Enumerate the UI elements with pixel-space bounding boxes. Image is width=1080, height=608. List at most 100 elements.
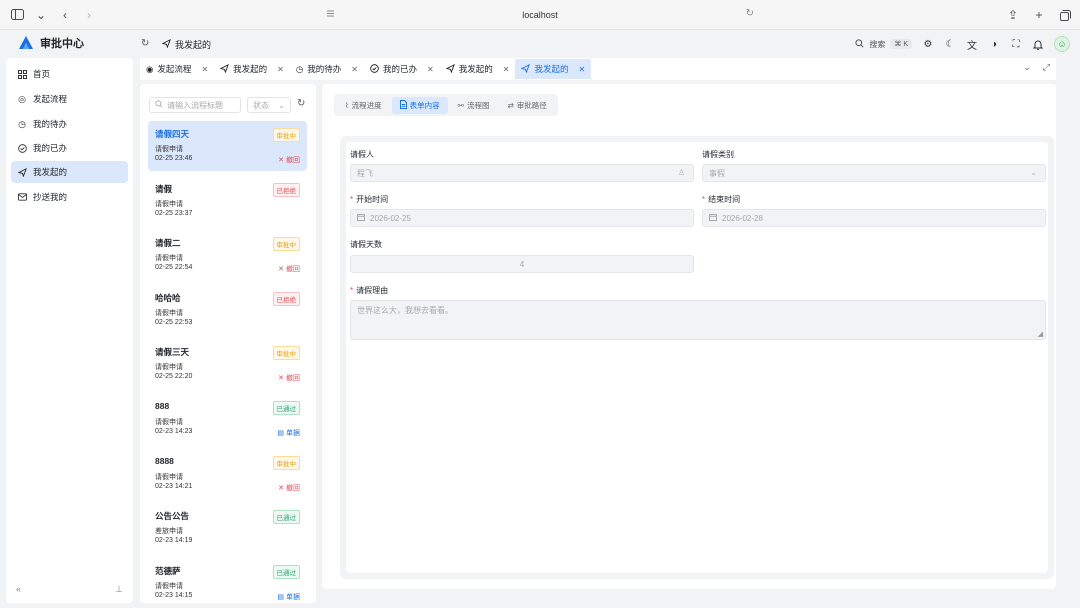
list-item-type: 请假申请 — [155, 309, 183, 317]
tab-start-flow[interactable]: ◉ 发起流程 ✕ — [140, 59, 214, 79]
list-item-time: 02-25 22:54 — [155, 264, 193, 272]
withdraw-button[interactable]: ✕ 撤回 — [278, 264, 300, 274]
list-item[interactable]: 请假三天 审批中 请假申请 02-25 22:20 ✕ 撤回 — [148, 339, 307, 389]
translate-icon[interactable]: 文 — [966, 38, 978, 52]
list-item-title: 请假 — [155, 183, 173, 194]
reason-label: * 请假理由 — [350, 286, 389, 295]
clock-icon: ◷ — [295, 63, 304, 74]
site-settings-icon[interactable] — [326, 9, 336, 19]
send-icon — [445, 63, 455, 75]
tab-form-content[interactable]: 表单内容 — [391, 96, 448, 114]
list-item[interactable]: 888 已通过 请假申请 02-23 14:23 ▤ 单据 — [148, 394, 307, 444]
resize-handle-icon[interactable]: ◢ — [1038, 330, 1043, 338]
end-date-picker[interactable]: 2026-02-28 — [702, 209, 1046, 227]
send-icon — [161, 38, 171, 50]
tab-approval-path[interactable]: ⇄ 审批路径 — [499, 97, 554, 114]
withdraw-button[interactable]: ✕ 撤回 — [278, 373, 300, 383]
sidebar-item-cc-me[interactable]: 抄送我的 — [11, 186, 128, 208]
maximize-icon[interactable]: ⤢ — [1043, 62, 1050, 73]
pin-icon[interactable]: ⊥ — [115, 584, 123, 595]
list-item[interactable]: 8888 审批中 请假申请 02-23 14:21 ✕ 撤回 — [148, 449, 307, 499]
reload-icon[interactable]: ↻ — [746, 8, 754, 19]
reason-textarea[interactable]: 世界这么大，我想去看看。 ◢ — [350, 300, 1046, 340]
fullscreen-icon[interactable]: ⛶ — [1010, 38, 1022, 50]
withdraw-button[interactable]: ✕ 撤回 — [278, 155, 300, 165]
sidebar-toggle-icon[interactable] — [10, 8, 24, 22]
sidebar-item-home[interactable]: 首页 — [11, 63, 128, 85]
list-item[interactable]: 范德萨 已通过 请假申请 02-23 14:15 ▤ 单据 — [148, 558, 307, 603]
list-item[interactable]: 请假四天 审批中 请假申请 02-25 23:46 ✕ 撤回 — [148, 121, 307, 171]
settings-icon[interactable]: ⚙ — [922, 38, 934, 50]
close-icon[interactable]: ✕ — [503, 65, 510, 74]
list-item-time: 02-23 14:23 — [155, 428, 193, 435]
action-label: 撤回 — [286, 375, 300, 383]
close-icon[interactable]: ✕ — [427, 65, 434, 74]
list-item[interactable]: 哈哈哈 已拒绝 请假申请 02-25 22:53 — [148, 285, 307, 335]
applicant-field[interactable]: 程飞 ♙ — [350, 164, 694, 182]
flow-list-panel: 请输入流程标题 状态 ⌄ ↻ 请假四天 审批中 请假申请 02-25 23:46 ✕ 撤回… — [140, 84, 316, 603]
status-badge: 审批中 — [272, 128, 300, 142]
refresh-icon[interactable]: ↻ — [141, 38, 149, 49]
avatar[interactable]: ☺ — [1054, 36, 1070, 52]
theme-icon[interactable]: ◑ — [988, 38, 1000, 50]
close-icon[interactable]: ✕ — [351, 65, 358, 74]
tab-my-done[interactable]: 我的已办 ✕ — [364, 59, 440, 79]
collapse-sidebar-icon[interactable]: « — [16, 584, 21, 595]
list-item-type: 请假申请 — [155, 364, 183, 372]
notification-icon[interactable] — [1032, 38, 1044, 50]
sidebar-item-my-done[interactable]: 我的已办 — [11, 137, 128, 159]
global-search-button[interactable]: 搜索 ⌘ K — [855, 38, 912, 50]
chevron-down-icon: ⌄ — [1030, 168, 1037, 177]
sidebar-item-my-todo[interactable]: ◷ 我的待办 — [11, 113, 128, 135]
dashboard-icon — [17, 69, 27, 79]
app-logo[interactable]: 审批中心 — [18, 35, 84, 51]
sidebar-item-start-flow[interactable]: ◎ 发起流程 — [11, 88, 128, 110]
back-icon[interactable]: ‹ — [58, 8, 72, 22]
close-icon[interactable]: ✕ — [277, 65, 284, 74]
flow-icon: ⚯ — [457, 100, 464, 110]
tab-my-initiated-2[interactable]: 我发起的 ✕ — [440, 59, 516, 79]
list-item-type: 请假申请 — [155, 200, 183, 208]
tab-label: 流程图 — [466, 100, 490, 110]
chevron-down-icon[interactable]: ⌄ — [34, 8, 48, 22]
category-select[interactable]: 事假 ⌄ — [702, 164, 1046, 182]
tab-flow-chart[interactable]: ⚯ 流程图 — [450, 97, 498, 114]
status-placeholder: 状态 — [253, 100, 269, 110]
sidebar-item-my-initiated[interactable]: 我发起的 — [11, 161, 128, 183]
new-tab-icon[interactable]: + — [1032, 8, 1046, 22]
share-icon[interactable]: ⇪ — [1006, 8, 1020, 22]
tab-my-initiated[interactable]: 我发起的 ✕ — [214, 59, 290, 79]
status-select[interactable]: 状态 ⌄ — [247, 97, 291, 113]
tab-tools: ⌄ ⤢ — [1023, 62, 1050, 73]
address-bar[interactable]: localhost ↻ — [320, 5, 760, 25]
list-item[interactable]: 请假二 审批中 请假申请 02-25 22:54 ✕ 撤回 — [148, 230, 307, 280]
clock-icon: ◷ — [18, 118, 26, 129]
list-item-time: 02-23 14:21 — [155, 482, 193, 490]
list-item[interactable]: 公告公告 已通过 差旅申请 02-23 14:19 — [148, 503, 307, 553]
tab-label: 我的已办 — [383, 64, 418, 74]
chevron-down-icon[interactable]: ⌄ — [1023, 62, 1031, 73]
close-icon: ✕ — [278, 266, 284, 274]
tab-overview-icon[interactable] — [1058, 8, 1072, 22]
tab-my-initiated-active[interactable]: 我发起的 ✕ — [515, 59, 592, 79]
start-date-picker[interactable]: 2026-02-25 — [350, 209, 694, 227]
flow-search-input[interactable]: 请输入流程标题 — [149, 97, 241, 113]
document-button[interactable]: ▤ 单据 — [277, 428, 300, 438]
close-icon[interactable]: ✕ — [578, 65, 585, 74]
withdraw-button[interactable]: ✕ 撤回 — [278, 483, 300, 493]
list-item[interactable]: 请假 已拒绝 请假申请 02-25 23:37 — [148, 176, 307, 226]
document-button[interactable]: ▤ 单据 — [277, 592, 300, 602]
search-placeholder: 请输入流程标题 — [167, 100, 223, 110]
status-badge: 已通过 — [272, 510, 300, 525]
tab-label: 流程进度 — [351, 100, 382, 110]
refresh-icon[interactable]: ↻ — [297, 98, 305, 109]
days-field[interactable]: 4 — [350, 255, 694, 273]
tab-flow-progress[interactable]: ⌇ 流程进度 — [337, 97, 390, 114]
close-icon[interactable]: ✕ — [201, 65, 208, 74]
tab-label: 审批路径 — [516, 100, 547, 110]
status-badge: 已拒绝 — [272, 182, 300, 197]
tab-my-todo[interactable]: ◷ 我的待办 ✕ — [290, 59, 364, 79]
forward-icon[interactable]: › — [82, 8, 96, 22]
dark-mode-icon[interactable]: ☾ — [944, 38, 956, 50]
start-time-label: * 开始时间 — [350, 195, 389, 204]
